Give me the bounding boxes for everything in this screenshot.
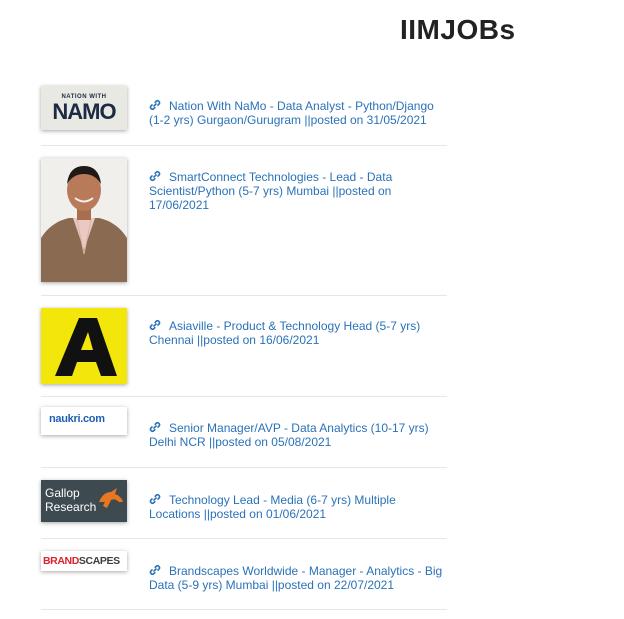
brandscapes-logo: BRANDSCAPES (41, 551, 127, 571)
job-title: Nation With NaMo - Data Analyst - Python… (149, 99, 434, 127)
job-row: NATION WITH NAMO Nation With NaMo - Data… (41, 78, 447, 146)
link-icon (149, 99, 161, 111)
job-link[interactable]: Brandscapes Worldwide - Manager - Analyt… (149, 564, 447, 592)
job-row: naukri.com Senior Manager/AVP - Data Ana… (41, 397, 447, 468)
job-row: Gallop Research Technology Lead - Media … (41, 468, 447, 539)
link-icon (149, 493, 161, 505)
job-link[interactable]: Technology Lead - Media (6-7 yrs) Multip… (149, 493, 447, 521)
logo-text: NAMO (52, 99, 116, 124)
job-title: Asiaville - Product & Technology Head (5… (149, 319, 421, 347)
job-title: Brandscapes Worldwide - Manager - Analyt… (149, 564, 443, 592)
link-icon (149, 319, 161, 331)
logo-text: naukri.com (49, 413, 105, 425)
gallop-research-logo: Gallop Research (41, 480, 127, 522)
logo-text-part: SCAPES (78, 555, 120, 567)
asiaville-logo (41, 308, 127, 384)
job-link[interactable]: Asiaville - Product & Technology Head (5… (149, 319, 447, 347)
logo-text-part: BRAND (43, 555, 79, 567)
job-title: SmartConnect Technologies - Lead - Data … (149, 170, 393, 212)
job-link[interactable]: SmartConnect Technologies - Lead - Data … (149, 170, 447, 212)
job-row: Asiaville - Product & Technology Head (5… (41, 296, 447, 397)
page: IIMJOBs NATION WITH NAMO Nation With NaM… (0, 0, 624, 619)
naukri-logo: naukri.com (41, 407, 127, 435)
recruiter-photo (41, 158, 127, 282)
logo-text: BRANDSCAPES (43, 555, 120, 567)
job-title: Technology Lead - Media (6-7 yrs) Multip… (149, 493, 396, 521)
job-title: Senior Manager/AVP - Data Analytics (10-… (149, 421, 429, 449)
job-link[interactable]: Nation With NaMo - Data Analyst - Python… (149, 99, 447, 127)
job-list: NATION WITH NAMO Nation With NaMo - Data… (41, 78, 447, 610)
job-link[interactable]: Senior Manager/AVP - Data Analytics (10-… (149, 421, 447, 449)
page-title: IIMJOBs (400, 14, 516, 45)
link-icon (149, 564, 161, 576)
job-row: SmartConnect Technologies - Lead - Data … (41, 146, 447, 296)
job-row: BRANDSCAPES Brandscapes Worldwide - Mana… (41, 539, 447, 610)
nation-with-namo-logo: NATION WITH NAMO (41, 86, 127, 130)
link-icon (149, 421, 161, 433)
link-icon (149, 170, 161, 182)
